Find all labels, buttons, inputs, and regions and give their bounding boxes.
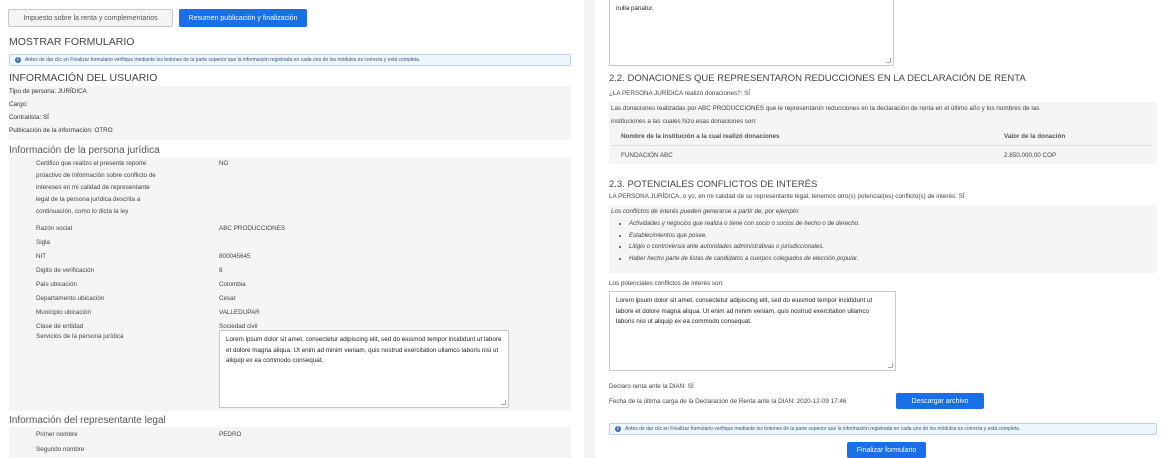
conflicts-textarea[interactable]: Lorem ipsum dolor sit amet, consectetur … [609, 291, 896, 371]
user-cargo: Cargo: [9, 101, 28, 108]
conflicts-text: Lorem ipsum dolor sit amet, consectetur … [616, 297, 873, 325]
resize-grip-icon[interactable] [888, 363, 893, 368]
field-value: Sociedad civil [219, 323, 258, 330]
legal-rep-box [9, 427, 571, 458]
user-type: Tipo de persona: JURÍDICA [9, 88, 87, 95]
alert-text: Antes de dar clic en Finalizar formulari… [25, 57, 421, 63]
field-label: NIT [36, 253, 47, 260]
field-value: VALLEDUPAR [219, 309, 260, 316]
section-title: MOSTRAR FORMULARIO [9, 36, 135, 48]
field-label: Primer nombre [36, 431, 78, 438]
cert-label-3: intereses en mi calidad de representante [36, 184, 150, 191]
user-info-title: INFORMACIÓN DEL USUARIO [9, 72, 158, 84]
field-value: ABC PRODUCCIONES [219, 225, 286, 232]
resize-grip-icon[interactable] [501, 400, 506, 405]
table-cell-institution: FUNDACIÓN ABC [621, 152, 673, 159]
last-upload-date: Fecha de la última carga de la Declaraci… [609, 398, 847, 405]
alert-banner: i Antes de dar clic en Finalizar formula… [609, 423, 1157, 435]
legal-rep-title: Información del representante legal [9, 415, 166, 426]
examples-intro: Los conflictos de interés pueden generar… [611, 208, 800, 215]
field-label: Segundo nombre [36, 446, 85, 453]
tab-summary-button[interactable]: Resumen publicación y finalización [179, 9, 307, 27]
cert-label-5: continuación, como lo dicta la ley [36, 208, 129, 215]
download-button[interactable]: Descargar archivo [896, 393, 984, 409]
example-item: Actividades y negocios que realiza o tie… [629, 218, 860, 230]
cert-label-4: legal de la persona jurídica descrita a [36, 196, 141, 203]
user-info-box: Tipo de persona: JURÍDICA Cargo: Contrat… [9, 86, 571, 140]
finalize-button[interactable]: Finalizar formulario [847, 442, 926, 458]
alert-banner: i Antes de dar clic en Finalizar formula… [9, 54, 571, 66]
services-text: Lorem ipsum dolor sit amet, consectetur … [226, 336, 502, 364]
field-value: 800045645 [219, 253, 251, 260]
example-item: Establecimientos que posee. [629, 230, 860, 242]
conflicts-statement: LA PERSONA JURÍDICA, o yo, en mi calidad… [609, 193, 965, 200]
example-item: Haber hecho parte de listas de candidato… [629, 253, 860, 265]
table-cell-value: 2.850.000,00 COP [1004, 152, 1057, 159]
donations-desc-2: instituciones a las cuales hizo esas don… [611, 118, 757, 125]
field-value: Cesar [219, 295, 236, 302]
services-label: Servicios de la persona jurídica [36, 333, 124, 340]
right-panel: nulla pariatur. 2.2. DONACIONES QUE REPR… [595, 0, 1165, 458]
field-label: Digito de verificación [36, 267, 95, 274]
donations-question: ¿LA PERSONA JURÍDICA realizó donaciones?… [609, 90, 751, 97]
declara-renta: Declaro renta ante la DIAN: SÍ [609, 383, 694, 390]
donations-box: Las donaciones realizadas por ABC PRODUC… [609, 102, 1157, 164]
conflicts-examples-box: Los conflictos de interés pueden generar… [609, 205, 1157, 273]
donations-desc-1: Las donaciones realizadas por ABC PRODUC… [611, 105, 1040, 112]
field-value: Colombia [219, 281, 246, 288]
services-textarea[interactable]: Lorem ipsum dolor sit amet, consectetur … [219, 330, 509, 408]
left-panel: Impuesto sobre la renta y complementario… [0, 0, 584, 458]
conflicts-list-label: Los potenciales conflictos de interés so… [609, 280, 724, 287]
field-label: Municipio ubicación [36, 309, 91, 316]
top-textarea-text: nulla pariatur. [616, 5, 654, 12]
field-label: Sigla [36, 239, 51, 246]
table-header-value: Valor de la donación [1004, 133, 1066, 140]
cert-label-2: proactivo de información sobre conflicto… [36, 172, 156, 179]
resize-grip-icon[interactable] [886, 58, 891, 63]
field-label: Clase de entidad [36, 323, 84, 330]
pane-divider [584, 0, 595, 458]
field-label: Razón social [36, 225, 73, 232]
conflicts-title: 2.3. POTENCIALES CONFLICTOS DE INTERÉS [609, 179, 818, 190]
table-header-institution: Nombre de la institución a la cual reali… [621, 133, 780, 140]
juridica-title: Información de la persona jurídica [9, 145, 160, 156]
info-icon: i [15, 57, 21, 63]
user-contratista: Contratista: SÍ [9, 114, 49, 121]
user-publicacion: Publicación de la información: OTRO [9, 127, 113, 134]
alert-text: Antes de dar clic en Finalizar formulari… [625, 426, 1021, 432]
cert-value: NO [219, 160, 229, 167]
info-icon: i [615, 426, 621, 432]
field-label: Departamento ubicación [36, 295, 105, 302]
table-divider [611, 145, 1151, 146]
cert-label-1: Certifico que realizo el presente report… [36, 160, 147, 167]
top-textarea[interactable]: nulla pariatur. [609, 0, 894, 66]
tab-tax-button[interactable]: Impuesto sobre la renta y complementario… [8, 9, 173, 27]
field-value: PEDRO [219, 431, 242, 438]
donations-title: 2.2. DONACIONES QUE REPRESENTARON REDUCC… [609, 73, 1026, 84]
field-value: 8 [219, 267, 223, 274]
field-label: País ubicación [36, 281, 77, 288]
example-item: Litigio o controversia ante autoridades … [629, 241, 860, 253]
